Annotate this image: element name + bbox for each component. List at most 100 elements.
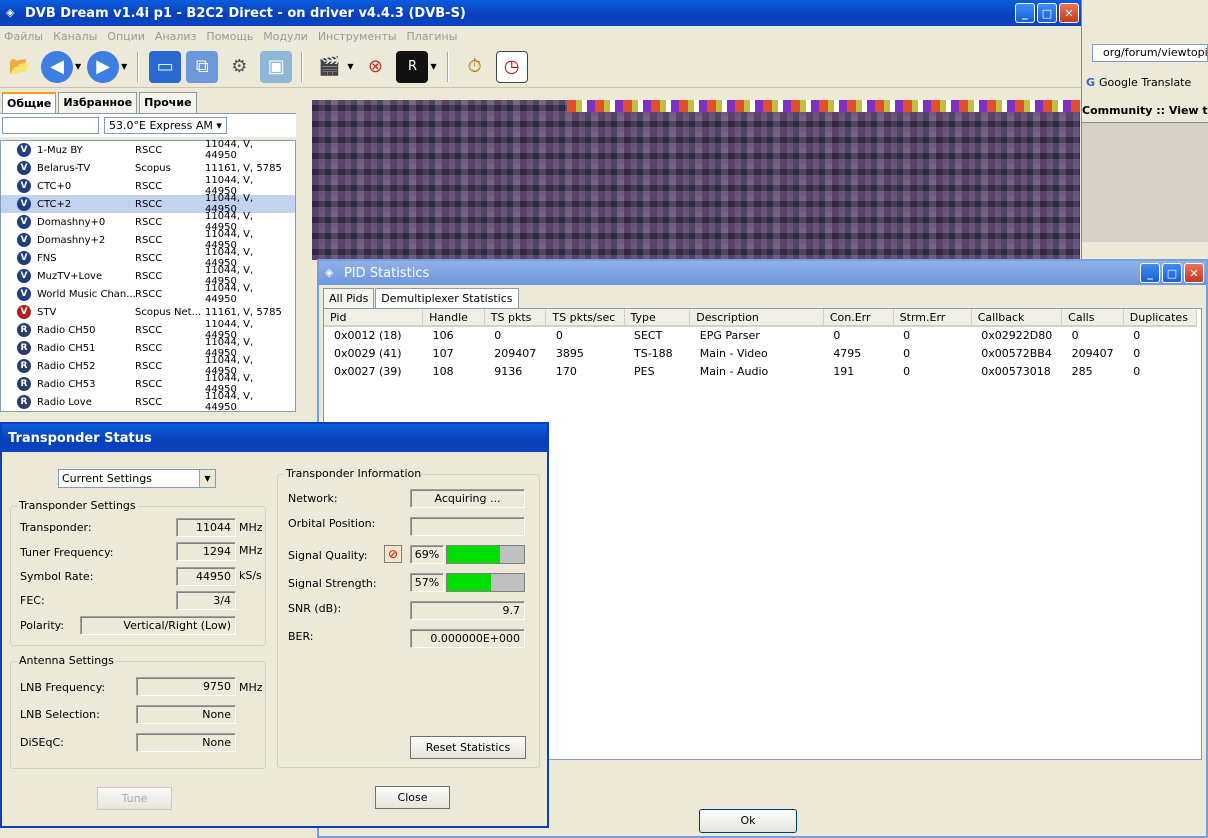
chevron-down-icon: ▼ (199, 470, 215, 487)
close-button[interactable]: ✕ (1059, 3, 1079, 23)
table-row[interactable]: 0x0029 (41) 107 209407 3895 TS-188 Main - Vid… (324, 344, 1197, 362)
channel-provider: Scopus (135, 162, 171, 174)
pid-column-header[interactable]: Description (689, 309, 824, 327)
channel-provider: RSCC (135, 216, 163, 228)
pid-column-header[interactable]: Pid (324, 309, 424, 327)
r-window-icon[interactable]: R (396, 50, 429, 83)
reset-statistics-button[interactable]: Reset Statistics (410, 736, 526, 759)
screen-icon[interactable]: ▣ (260, 50, 293, 83)
no-record-icon[interactable]: ⊗ (359, 51, 391, 83)
tune-button[interactable]: Tune (97, 787, 172, 810)
transponder-field: 11044 (176, 518, 236, 537)
monitor-icon[interactable]: ▭ (149, 50, 182, 83)
pid-tabs: All Pids Demultiplexer Statistics (319, 285, 1206, 308)
main-title: DVB Dream v1.4i p1 - B2C2 Direct - on dr… (25, 5, 466, 21)
pid-cell: 0x00573018 (981, 364, 1051, 378)
browser-page-title: Community :: View to... (1082, 104, 1208, 117)
pid-column-header[interactable]: TS pkts (484, 309, 547, 327)
channel-name: MuzTV+Love (37, 270, 103, 282)
toolbar-separator (137, 51, 140, 82)
pid-column-header[interactable]: Con.Err (823, 309, 894, 327)
table-row[interactable]: 0x0027 (39) 108 9136 170 PES Main - Audio 191 0… (324, 362, 1197, 380)
r-dropdown-icon[interactable]: ▼ (430, 62, 436, 71)
video-artifact-stripe (567, 100, 1080, 112)
stopwatch-icon[interactable]: ⏱ (459, 51, 491, 83)
back-icon[interactable]: ◀ (41, 50, 73, 83)
tab-general[interactable]: Общие (2, 92, 57, 113)
channel-filter-input[interactable] (2, 117, 99, 134)
tab-all-pids[interactable]: All Pids (323, 288, 375, 308)
signal-strength-fill (447, 574, 491, 591)
browser-content (1082, 122, 1208, 242)
toolbar-separator (301, 51, 304, 82)
tv-channel-icon: V (17, 161, 31, 175)
forward-icon[interactable]: ▶ (87, 50, 120, 83)
minimize-button[interactable]: _ (1015, 3, 1035, 23)
menu-analysis[interactable]: Анализ (155, 30, 197, 43)
tab-demux-stats[interactable]: Demultiplexer Statistics (375, 288, 519, 308)
menu-modules[interactable]: Модули (263, 30, 308, 43)
pid-cell: 0 (1133, 329, 1141, 342)
channel-name: 1-Muz BY (37, 144, 83, 156)
tab-favorites[interactable]: Избранное (58, 92, 138, 113)
graph-window-icon[interactable]: ⧉ (186, 50, 219, 83)
table-row[interactable]: 0x0012 (18) 106 0 0 SECT EPG Parser 0 0 0x02922D… (324, 326, 1197, 344)
maximize-button[interactable]: □ (1162, 263, 1182, 283)
channel-frequency: 11044, V, 44950 (205, 391, 254, 413)
pid-column-header[interactable]: TS pkts/sec (545, 309, 625, 327)
google-translate-button[interactable]: G Google Translate (1086, 76, 1191, 89)
menu-channels[interactable]: Каналы (53, 30, 97, 43)
channel-name: Domashny+0 (37, 216, 106, 228)
channel-provider: RSCC (135, 270, 163, 282)
menu-help[interactable]: Помощь (206, 30, 253, 43)
app-icon: ◈ (325, 266, 334, 279)
maximize-button[interactable]: □ (1037, 3, 1057, 23)
gear-icon[interactable]: ⚙ (223, 51, 255, 83)
tv-channel-icon: V (17, 269, 31, 283)
clock-schedule-icon[interactable]: ◷ (495, 50, 528, 83)
pid-cell: 0x0029 (41) (334, 346, 402, 360)
diseqc-field: None (136, 733, 236, 752)
tab-other[interactable]: Прочие (139, 92, 197, 113)
menu-tools[interactable]: Инструменты (318, 30, 397, 43)
satellite-select[interactable]: 53.0°E Express AM ▾ (104, 117, 227, 134)
channel-row[interactable]: V 1-Muz BY RSCC 11044, V, 44950 (1, 139, 295, 161)
symbol-rate-field: 44950 (176, 567, 236, 586)
channel-row[interactable]: R Radio Love RSCC 11044, V, 44950 (1, 391, 295, 413)
back-dropdown-icon[interactable]: ▼ (75, 62, 81, 71)
pid-column-header[interactable]: Strm.Err (893, 309, 972, 327)
pid-cell: 191 (833, 364, 855, 378)
channel-provider: RSCC (135, 342, 163, 354)
menu-plugins[interactable]: Плагины (407, 30, 458, 43)
minimize-button[interactable]: _ (1140, 263, 1160, 283)
open-folder-icon[interactable]: 📂 (4, 51, 36, 83)
radio-channel-icon: R (17, 395, 31, 409)
video-display[interactable] (312, 100, 1080, 260)
symbol-rate-unit: kS/s (239, 569, 262, 582)
orbital-position-field (410, 517, 525, 536)
pid-cell: 4795 (833, 346, 862, 360)
forward-dropdown-icon[interactable]: ▼ (121, 62, 127, 71)
signal-quality-percent: 69% (410, 545, 444, 564)
menu-files[interactable]: Файлы (4, 30, 43, 43)
pid-cell: 107 (432, 346, 454, 360)
close-dialog-button[interactable]: Close (375, 786, 450, 809)
pid-column-header[interactable]: Duplicates (1123, 309, 1198, 327)
ok-button[interactable]: Ok (699, 809, 797, 833)
address-bar[interactable]: org/forum/viewtopic.p (1092, 44, 1208, 62)
signal-strength-label: Signal Strength: (288, 577, 377, 590)
pid-column-header[interactable]: Type (624, 309, 691, 327)
pid-column-header[interactable]: Handle (422, 309, 485, 327)
pid-column-header[interactable]: Calls (1061, 309, 1124, 327)
clapperboard-icon[interactable]: 🎬 (313, 51, 345, 83)
pid-cell: 285 (1071, 364, 1093, 378)
channel-provider: RSCC (135, 252, 163, 264)
channel-row[interactable]: V World Music Chan... RSCC 11044, V, 44950 (1, 283, 295, 305)
signal-mute-icon[interactable]: ⊘ (384, 545, 402, 563)
close-button[interactable]: ✕ (1184, 263, 1204, 283)
pid-column-header[interactable]: Callback (971, 309, 1063, 327)
channel-provider: Scopus Net... (135, 306, 202, 318)
menu-options[interactable]: Опции (107, 30, 145, 43)
record-dropdown-icon[interactable]: ▼ (347, 62, 353, 71)
settings-select[interactable]: Current Settings ▼ (58, 469, 216, 488)
